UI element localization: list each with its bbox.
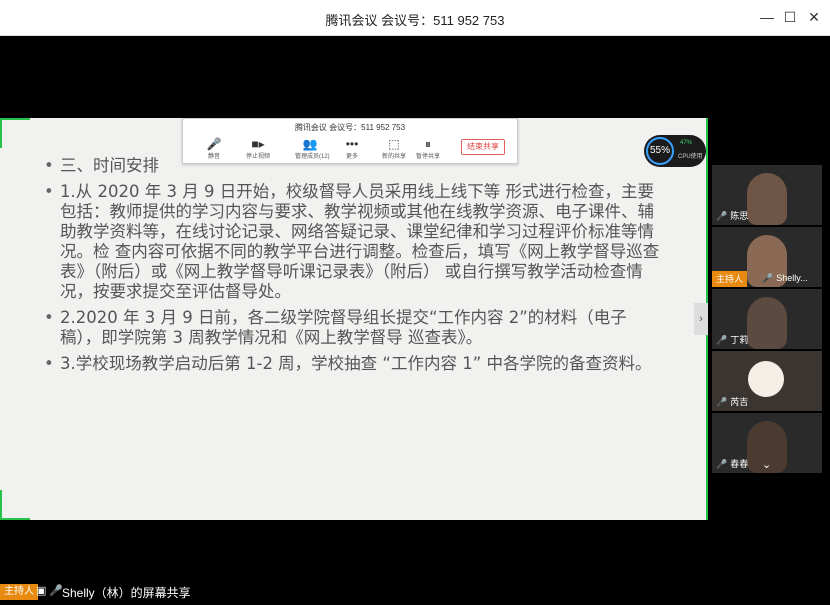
toolbar-title: 腾讯会议 会议号：511 952 753 bbox=[294, 123, 406, 132]
slide-content: 三、时间安排 1.从 2020 年 3 月 9 日开始，校级督导人员采用线上线下… bbox=[44, 156, 664, 380]
chevron-down-icon[interactable]: ⌄ bbox=[762, 458, 771, 471]
host-badge: 主持人 bbox=[712, 271, 748, 287]
share-status-bar: 主持人 ▣ 🎤 Shelly（林）的屏幕共享 bbox=[0, 582, 300, 602]
stop-video-label: 停止视频 bbox=[245, 154, 270, 160]
end-share-button[interactable]: 结束共享 bbox=[461, 139, 505, 155]
new-share-button[interactable]: ⬚ 新的共享 bbox=[379, 137, 409, 163]
participant-name: 🎤 陈思 bbox=[716, 209, 748, 222]
mic-icon: 🎤 bbox=[49, 585, 63, 597]
mic-muted-icon: 🎤 bbox=[716, 397, 728, 407]
window-title: 腾讯会议 会议号：511 952 753 bbox=[325, 13, 505, 28]
participant-name: 🎤 芮吉 bbox=[716, 395, 748, 408]
new-share-icon: ⬚ bbox=[388, 137, 400, 151]
slide-bullet: 2.2020 年 3 月 9 日前，各二级学院督导组长提交“工作内容 2”的材料… bbox=[44, 308, 664, 348]
mic-icon: 🎤 bbox=[762, 273, 774, 283]
members-icon: 👥 bbox=[302, 137, 318, 151]
pause-share-icon: ⏸ bbox=[424, 137, 431, 151]
more-button[interactable]: ••• 更多 bbox=[337, 137, 367, 163]
participant-tile[interactable]: 主持人 🎤 Shelly... bbox=[712, 227, 822, 287]
camera-icon: ■▸ bbox=[251, 137, 265, 151]
pause-share-label: 暂停共享 bbox=[415, 154, 440, 160]
participant-name: 🎤 丁莉 bbox=[716, 333, 748, 346]
participant-tile[interactable]: 🎤 陈思 bbox=[712, 165, 822, 225]
share-border-corner bbox=[0, 490, 30, 520]
manage-members-label: 管理成员(12) bbox=[295, 154, 330, 160]
mic-muted-icon: 🎤 bbox=[716, 335, 728, 345]
participant-name: 🎤 Shelly... bbox=[762, 273, 808, 284]
minimize-button[interactable]: — bbox=[758, 8, 776, 26]
cpu-label: CPU使用 bbox=[678, 154, 703, 160]
cpu-percent: 47% bbox=[680, 140, 693, 146]
more-icon: ••• bbox=[345, 137, 359, 151]
mic-muted-icon: 🎤 bbox=[716, 211, 728, 221]
participant-name-text: 春春 bbox=[730, 459, 749, 469]
share-toolbar: 腾讯会议 会议号：511 952 753 🎤 静音 ■▸ 停止视频 👥 管理成员… bbox=[182, 118, 518, 164]
more-label: 更多 bbox=[345, 154, 358, 160]
participant-name-text: 芮吉 bbox=[730, 397, 749, 407]
mic-icon: 🎤 bbox=[206, 137, 222, 151]
pause-share-button[interactable]: ⏸ 暂停共享 bbox=[413, 137, 443, 163]
stop-video-button[interactable]: ■▸ 停止视频 bbox=[243, 137, 273, 163]
mute-button[interactable]: 🎤 静音 bbox=[199, 137, 229, 163]
manage-members-button[interactable]: 👥 管理成员(12) bbox=[295, 137, 330, 163]
collapse-panel-button[interactable]: › bbox=[694, 303, 708, 335]
mute-label: 静音 bbox=[207, 154, 220, 160]
shared-screen: 三、时间安排 1.从 2020 年 3 月 9 日开始，校级督导人员采用线上线下… bbox=[0, 118, 708, 520]
participant-name-text: 陈思 bbox=[730, 211, 749, 221]
host-badge: 主持人 bbox=[0, 584, 38, 600]
participant-name-text: Shelly... bbox=[776, 273, 808, 283]
new-share-label: 新的共享 bbox=[381, 154, 406, 160]
cpu-ring: 55% bbox=[646, 137, 674, 165]
share-status-text: Shelly（林）的屏幕共享 bbox=[62, 586, 191, 600]
share-border-corner bbox=[0, 118, 30, 148]
video-feed bbox=[747, 173, 787, 225]
window-titlebar: 腾讯会议 会议号：511 952 753 — ☐ ✕ bbox=[0, 0, 830, 36]
participant-tile[interactable]: 🎤 芮吉 bbox=[712, 351, 822, 411]
screen-icon: ▣ bbox=[36, 585, 47, 597]
participant-tile[interactable]: 🎤 丁莉 bbox=[712, 289, 822, 349]
participant-name-text: 丁莉 bbox=[730, 335, 749, 345]
video-feed bbox=[747, 297, 787, 349]
participant-tile[interactable]: 🎤 春春 ⌄ bbox=[712, 413, 822, 473]
close-button[interactable]: ✕ bbox=[805, 8, 823, 26]
cpu-indicator: 55% 47% CPU使用 bbox=[644, 135, 706, 167]
maximize-button[interactable]: ☐ bbox=[781, 8, 799, 26]
slide-bullet: 3.学校现场教学启动后第 1-2 周，学校抽查 “工作内容 1” 中各学院的备查… bbox=[44, 354, 664, 374]
slide-bullet: 1.从 2020 年 3 月 9 日开始，校级督导人员采用线上线下等 形式进行检… bbox=[44, 182, 664, 302]
mic-muted-icon: 🎤 bbox=[716, 459, 728, 469]
participant-name: 🎤 春春 bbox=[716, 457, 748, 470]
video-feed bbox=[748, 361, 784, 397]
